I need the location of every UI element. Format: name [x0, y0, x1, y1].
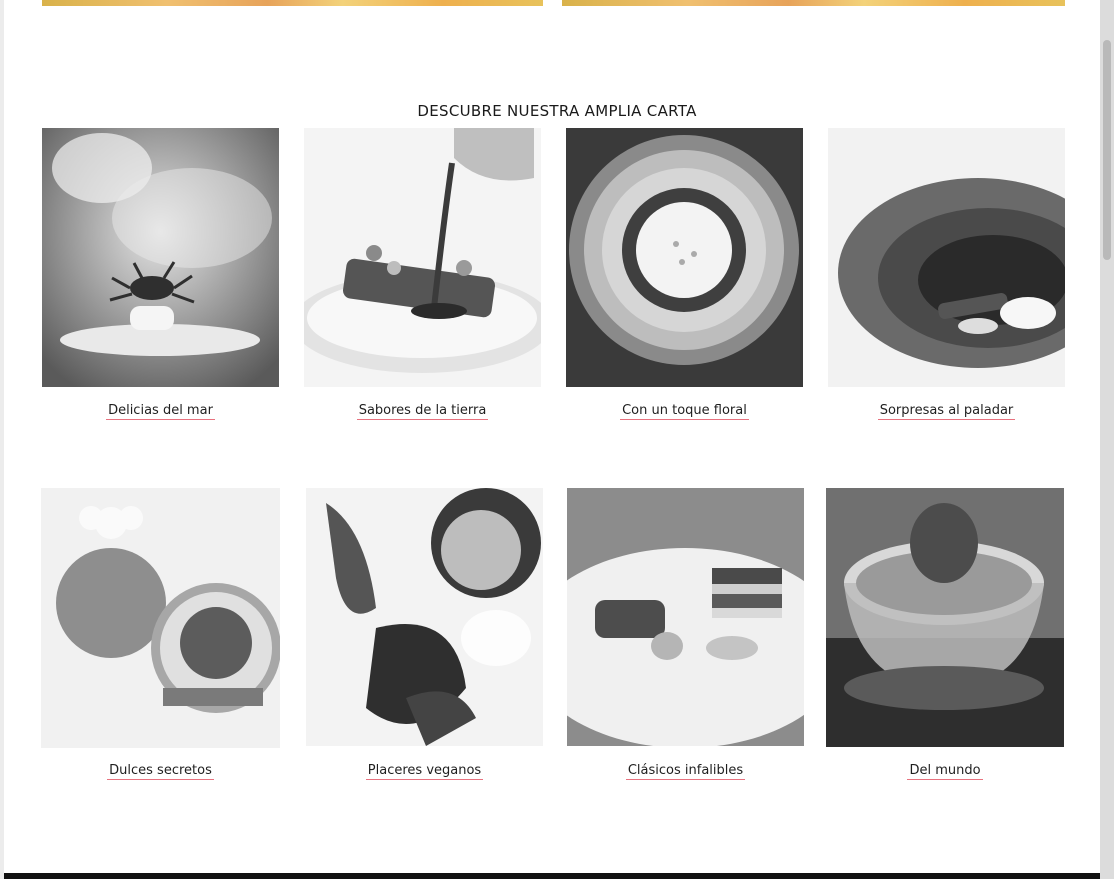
- category-link-floral[interactable]: Con un toque floral: [620, 403, 749, 420]
- category-card-mar[interactable]: Delicias del mar: [42, 128, 279, 428]
- category-link-mar[interactable]: Delicias del mar: [106, 403, 215, 420]
- dish-photo-sunflower[interactable]: [566, 128, 803, 387]
- category-link-paladar[interactable]: Sorpresas al paladar: [877, 403, 1016, 420]
- dish-photo-bowl[interactable]: [828, 128, 1065, 387]
- category-link-mundo[interactable]: Del mundo: [907, 763, 983, 780]
- section-title: DESCUBRE NUESTRA AMPLIA CARTA: [417, 102, 697, 121]
- category-link-tierra[interactable]: Sabores de la tierra: [356, 403, 489, 420]
- dish-photo-sauce[interactable]: [304, 128, 541, 387]
- scrollbar-thumb[interactable]: [1103, 40, 1111, 260]
- category-card-dulces[interactable]: Dulces secretos: [41, 488, 280, 788]
- category-link-dulces[interactable]: Dulces secretos: [107, 763, 214, 780]
- category-card-tierra[interactable]: Sabores de la tierra: [304, 128, 541, 428]
- dish-photo-crab[interactable]: [42, 128, 279, 387]
- hero-image-right[interactable]: [562, 0, 1065, 6]
- hero-image-left[interactable]: [42, 0, 543, 6]
- category-card-floral[interactable]: Con un toque floral: [566, 128, 803, 428]
- dish-photo-chocolate[interactable]: [306, 488, 543, 746]
- dish-photo-classic[interactable]: [567, 488, 804, 746]
- dish-photo-glass[interactable]: [826, 488, 1064, 747]
- page: DESCUBRE NUESTRA AMPLIA CARTA Delicias d…: [4, 0, 1100, 879]
- page-scrollbar[interactable]: [1100, 0, 1114, 879]
- category-link-veganos[interactable]: Placeres veganos: [365, 763, 484, 780]
- category-link-clasicos[interactable]: Clásicos infalibles: [625, 763, 746, 780]
- dish-photo-dessert[interactable]: [41, 488, 280, 748]
- footer: [4, 873, 1100, 879]
- category-card-mundo[interactable]: Del mundo: [826, 488, 1064, 788]
- category-card-clasicos[interactable]: Clásicos infalibles: [567, 488, 804, 788]
- category-card-veganos[interactable]: Placeres veganos: [306, 488, 543, 788]
- category-card-paladar[interactable]: Sorpresas al paladar: [828, 128, 1065, 428]
